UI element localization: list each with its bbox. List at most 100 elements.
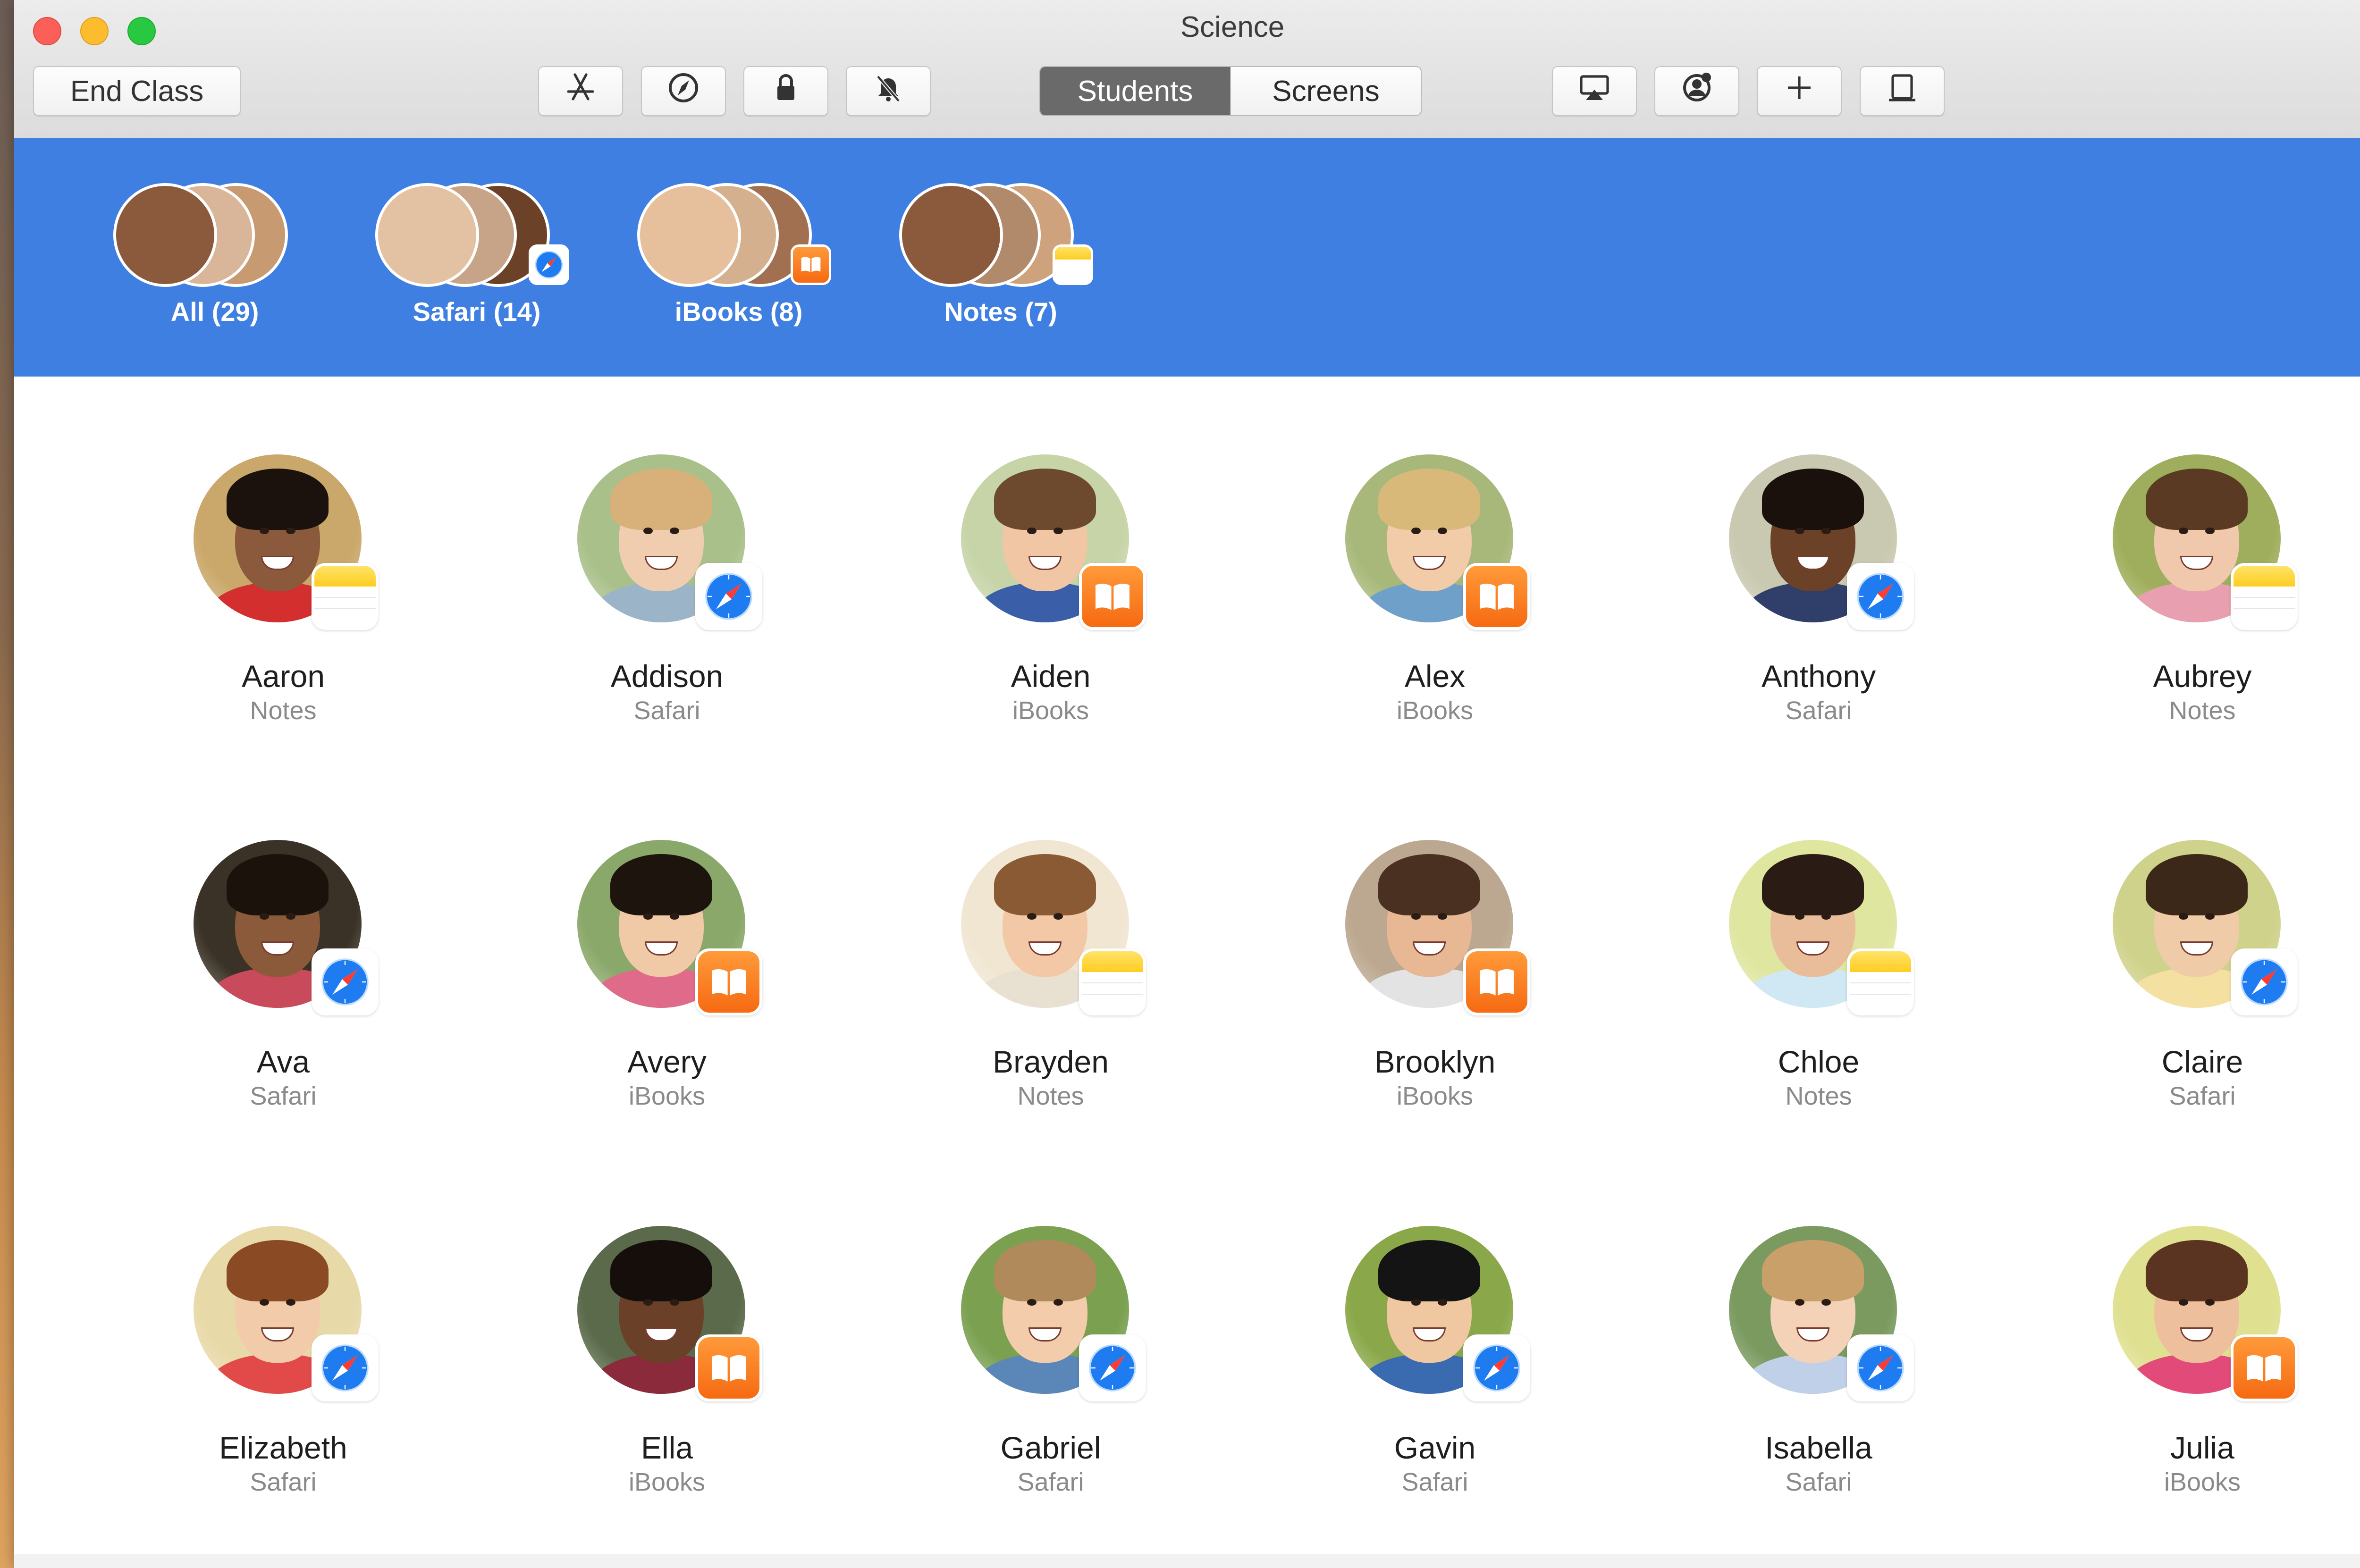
- student-tile[interactable]: Aaron Notes: [118, 454, 448, 785]
- student-name: Aaron: [241, 659, 325, 694]
- student-tile[interactable]: Isabella Safari: [1653, 1226, 1984, 1556]
- notes-icon: [1079, 948, 1146, 1015]
- student-current-app: Safari: [1017, 1468, 1084, 1496]
- student-current-app: iBooks: [1396, 696, 1474, 725]
- student-name: Aiden: [1011, 659, 1091, 694]
- student-current-app: Notes: [1017, 1082, 1084, 1110]
- group-label: iBooks (8): [674, 297, 803, 327]
- student-current-app: Notes: [1785, 1082, 1852, 1110]
- student-tile[interactable]: Gavin Safari: [1270, 1226, 1600, 1556]
- user-badge-icon: [1678, 69, 1716, 114]
- student-avatar-wrap: [194, 1226, 379, 1405]
- window-title: Science: [1180, 11, 1285, 43]
- student-tile[interactable]: Alex iBooks: [1270, 454, 1600, 785]
- student-avatar-wrap: [577, 840, 762, 1019]
- student-avatar-wrap: [577, 454, 762, 634]
- student-tile[interactable]: Ava Safari: [118, 840, 448, 1170]
- student-tile[interactable]: Avery iBooks: [502, 840, 832, 1170]
- group-label: Safari (14): [413, 297, 541, 327]
- student-name: Aubrey: [2153, 659, 2252, 694]
- group-ibooks[interactable]: iBooks (8): [637, 183, 840, 327]
- student-name: Avery: [627, 1044, 707, 1079]
- end-class-button[interactable]: End Class: [33, 66, 241, 116]
- student-avatar-wrap: [194, 840, 379, 1019]
- student-tile[interactable]: Elizabeth Safari: [118, 1226, 448, 1556]
- student-tile[interactable]: Julia iBooks: [2037, 1226, 2360, 1556]
- student-current-app: iBooks: [1012, 696, 1089, 725]
- tab-screens[interactable]: Screens: [1230, 67, 1421, 115]
- ibooks-icon: [695, 948, 762, 1015]
- group-notes[interactable]: Notes (7): [899, 183, 1102, 327]
- student-name: Addison: [610, 659, 724, 694]
- student-tile[interactable]: Brooklyn iBooks: [1270, 840, 1600, 1170]
- safari-compass-icon: [665, 69, 702, 114]
- notes-icon: [1847, 948, 1914, 1015]
- student-avatar-wrap: [1729, 840, 1914, 1019]
- student-name: Claire: [2161, 1044, 2243, 1079]
- avatar: [899, 183, 1003, 287]
- student-tile[interactable]: Ella iBooks: [502, 1226, 832, 1556]
- student-tile[interactable]: Claire Safari: [2037, 840, 2360, 1170]
- student-badge-button[interactable]: [1654, 66, 1739, 116]
- student-tile[interactable]: Addison Safari: [502, 454, 832, 785]
- student-avatar-wrap: [2113, 454, 2298, 634]
- navigate-button[interactable]: [641, 66, 726, 116]
- student-tile[interactable]: Aubrey Notes: [2037, 454, 2360, 785]
- student-name: Chloe: [1778, 1044, 1860, 1079]
- student-name: Brooklyn: [1374, 1044, 1496, 1079]
- safari-icon: [1079, 1334, 1146, 1401]
- student-tile[interactable]: Aiden iBooks: [885, 454, 1216, 785]
- tab-students[interactable]: Students: [1040, 67, 1230, 115]
- device-icon: [1883, 69, 1921, 114]
- ibooks-icon: [791, 244, 831, 285]
- ibooks-icon: [1463, 563, 1530, 630]
- mute-button[interactable]: [846, 66, 931, 116]
- student-tile[interactable]: Gabriel Safari: [885, 1226, 1216, 1556]
- mute-icon: [869, 69, 907, 114]
- open-app-button[interactable]: [538, 66, 623, 116]
- student-tile[interactable]: Brayden Notes: [885, 840, 1216, 1170]
- notes-icon: [1053, 244, 1093, 285]
- student-name: Gabriel: [1000, 1430, 1101, 1465]
- student-name: Julia: [2170, 1430, 2234, 1465]
- ibooks-icon: [695, 1334, 762, 1401]
- student-current-app: iBooks: [1396, 1082, 1474, 1110]
- student-current-app: Safari: [1785, 696, 1852, 725]
- window-bottom-edge: [14, 1554, 2360, 1568]
- student-current-app: iBooks: [628, 1468, 706, 1496]
- student-name: Alex: [1404, 659, 1466, 694]
- student-current-app: iBooks: [2164, 1468, 2241, 1496]
- student-tile[interactable]: Chloe Notes: [1653, 840, 1984, 1170]
- devices-button[interactable]: [1860, 66, 1945, 116]
- student-current-app: Safari: [633, 696, 700, 725]
- student-grid: Aaron Notes Addison Safari Aiden iBooks Alex iB…: [14, 377, 2360, 1568]
- student-avatar-wrap: [1729, 1226, 1914, 1405]
- student-avatar-wrap: [961, 840, 1146, 1019]
- student-avatar-wrap: [1729, 454, 1914, 634]
- lock-button[interactable]: [743, 66, 828, 116]
- group-label: Notes (7): [944, 297, 1057, 327]
- safari-icon: [695, 563, 762, 630]
- student-current-app: Safari: [1785, 1468, 1852, 1496]
- group-all[interactable]: All (29): [113, 183, 316, 327]
- student-name: Gavin: [1394, 1430, 1476, 1465]
- student-current-app: Notes: [2169, 696, 2236, 725]
- add-button[interactable]: [1757, 66, 1842, 116]
- notes-icon: [2231, 563, 2298, 630]
- ibooks-icon: [1463, 948, 1530, 1015]
- student-name: Elizabeth: [219, 1430, 347, 1465]
- student-tile[interactable]: Anthony Safari: [1653, 454, 1984, 785]
- safari-icon: [312, 1334, 379, 1401]
- student-current-app: iBooks: [628, 1082, 706, 1110]
- student-avatar-wrap: [1345, 1226, 1530, 1405]
- group-safari[interactable]: Safari (14): [375, 183, 578, 327]
- airplay-icon: [1576, 69, 1613, 114]
- student-current-app: Safari: [250, 1468, 317, 1496]
- student-current-app: Safari: [1401, 1468, 1468, 1496]
- lock-icon: [767, 69, 805, 114]
- student-name: Ava: [256, 1044, 310, 1079]
- safari-icon: [312, 948, 379, 1015]
- airplay-button[interactable]: [1552, 66, 1637, 116]
- app-window: Science End Class Students Screens All (…: [14, 0, 2360, 1568]
- toolbar: Science End Class Students Screens: [14, 0, 2360, 139]
